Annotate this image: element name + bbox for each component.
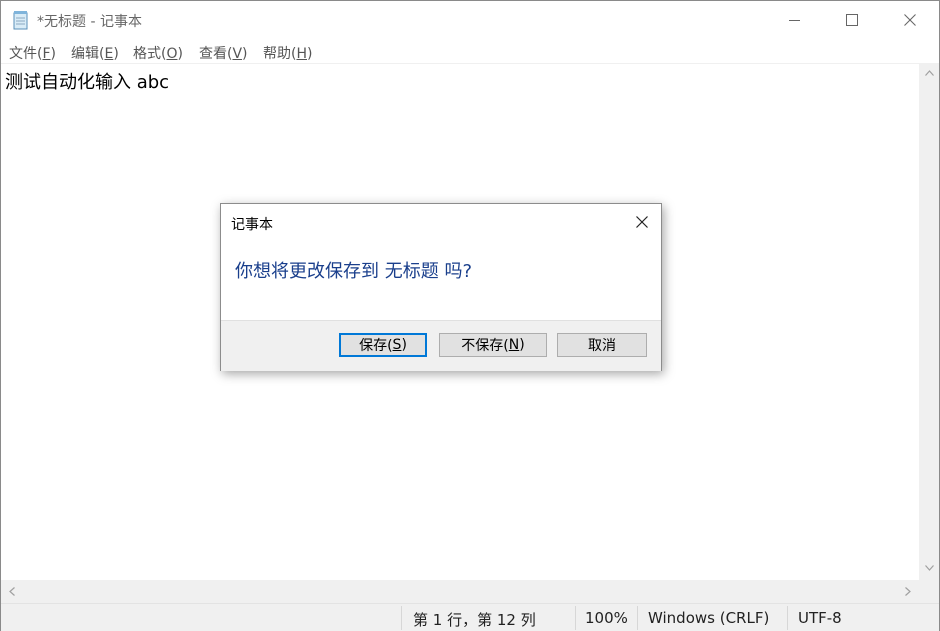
vertical-scrollbar[interactable]	[919, 63, 939, 580]
maximize-icon	[846, 14, 858, 26]
dialog-close-button[interactable]	[623, 204, 661, 240]
status-zoom: 100%	[585, 609, 628, 627]
scroll-right-icon[interactable]	[905, 587, 911, 596]
dialog-title: 记事本	[231, 217, 273, 233]
status-encoding: UTF-8	[798, 609, 842, 627]
status-line-ending: Windows (CRLF)	[648, 609, 770, 627]
close-icon	[636, 216, 648, 228]
minimize-button[interactable]	[765, 1, 823, 39]
horizontal-scrollbar[interactable]	[1, 580, 919, 603]
scroll-left-icon[interactable]	[9, 587, 15, 596]
menu-view[interactable]: 查看(V)	[199, 43, 248, 63]
title-bar: *无标题 - 记事本	[1, 1, 939, 39]
status-cursor-position: 第 1 行，第 12 列	[413, 611, 536, 629]
window-title: *无标题 - 记事本	[37, 14, 142, 30]
close-icon	[904, 14, 916, 26]
status-divider	[637, 606, 638, 630]
status-divider	[575, 606, 576, 630]
save-changes-dialog: 记事本 你想将更改保存到 无标题 吗? 保存(S) 不保存(N) 取消	[220, 203, 662, 371]
menu-format[interactable]: 格式(O)	[133, 43, 183, 63]
menu-file[interactable]: 文件(F)	[9, 43, 56, 63]
scroll-corner	[919, 580, 939, 603]
editor-content: 测试自动化输入 abc	[5, 72, 170, 93]
minimize-icon	[788, 19, 800, 21]
dialog-button-bar: 保存(S) 不保存(N) 取消	[221, 320, 661, 371]
menu-edit[interactable]: 编辑(E)	[71, 43, 119, 63]
status-divider	[787, 606, 788, 630]
status-divider	[401, 606, 402, 630]
close-window-button[interactable]	[881, 1, 939, 39]
dialog-message: 你想将更改保存到 无标题 吗?	[235, 261, 472, 282]
menu-bar: 文件(F) 编辑(E) 格式(O) 查看(V) 帮助(H)	[1, 39, 939, 63]
scroll-up-icon[interactable]	[925, 70, 934, 76]
status-bar: 第 1 行，第 12 列 100% Windows (CRLF) UTF-8	[1, 603, 939, 631]
menu-help[interactable]: 帮助(H)	[263, 43, 312, 63]
dont-save-button[interactable]: 不保存(N)	[439, 333, 547, 357]
cancel-button[interactable]: 取消	[557, 333, 647, 357]
maximize-button[interactable]	[823, 1, 881, 39]
save-button[interactable]: 保存(S)	[339, 333, 427, 357]
notepad-icon	[12, 10, 30, 30]
scroll-down-icon[interactable]	[925, 565, 934, 571]
